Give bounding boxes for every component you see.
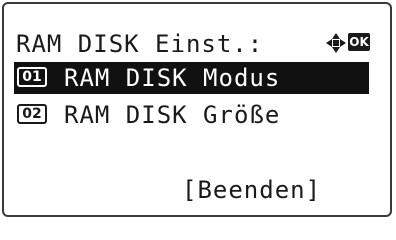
menu-item-label: RAM DISK Modus <box>64 64 281 92</box>
menu-item-ram-disk-mode[interactable]: 01 RAM DISK Modus <box>14 62 369 94</box>
menu-item-ram-disk-size[interactable]: 02 RAM DISK Größe <box>14 99 369 131</box>
nav-indicator: OK <box>325 30 391 58</box>
menu-item-label: RAM DISK Größe <box>64 101 281 129</box>
screen-title: RAM DISK Einst.: <box>16 30 264 58</box>
menu-item-number: 02 <box>17 104 47 124</box>
lcd-panel: RAM DISK Einst.: OK 01 RAM DISK Modus 02… <box>2 2 392 217</box>
ok-key-icon: OK <box>348 33 370 51</box>
menu-item-number: 01 <box>17 67 47 87</box>
exit-softkey[interactable]: [Beenden] <box>182 176 321 204</box>
four-way-arrow-icon <box>326 33 346 53</box>
